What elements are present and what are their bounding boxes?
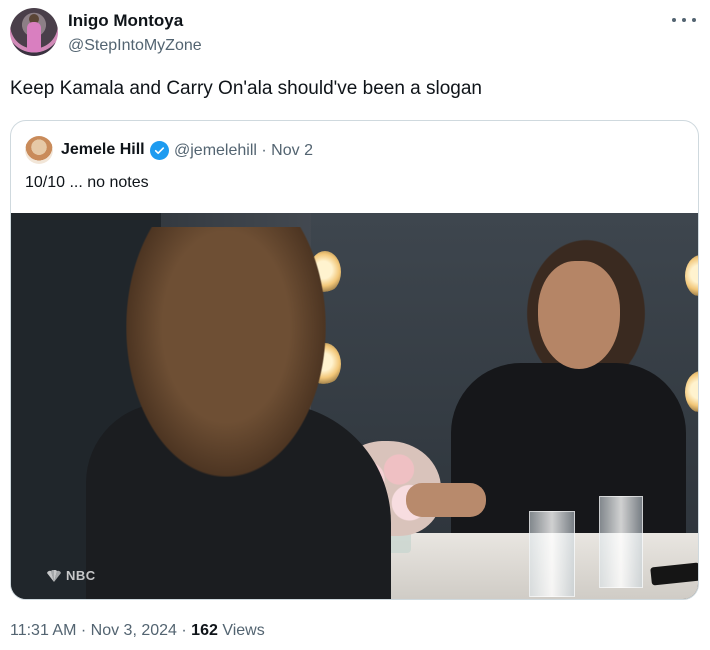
quoted-tweet[interactable]: Jemele Hill @jemelehill · Nov 2 10/10 ..… [10,120,699,600]
separator: · [261,142,267,159]
nbc-watermark: NBC [45,568,96,583]
separator: · [181,622,187,639]
tweet-time[interactable]: 11:31 AM [10,622,76,639]
views-label: Views [222,622,265,639]
tweet-date[interactable]: Nov 3, 2024 [91,622,177,639]
quoted-media-image[interactable]: NBC [11,213,698,599]
dot [692,18,696,22]
avatar[interactable] [10,8,58,56]
views-count: 162 [191,622,218,639]
tweet-header: Inigo Montoya @StepIntoMyZone [10,8,700,60]
quoted-author-meta: @jemelehill · Nov 2 [174,142,313,160]
handshake [406,483,486,517]
person-left-hair [126,227,326,477]
quoted-author-name: Jemele Hill [61,141,145,158]
quoted-tweet-text: 10/10 ... no notes [25,174,149,191]
quoted-avatar [25,136,53,164]
watermark-text: NBC [66,568,96,583]
quoted-tweet-header: Jemele Hill @jemelehill · Nov 2 [25,135,685,165]
quoted-date: Nov 2 [271,142,313,159]
author-handle[interactable]: @StepIntoMyZone [68,37,202,55]
quoted-author-handle: @jemelehill [174,142,257,159]
tweet-meta: 11:31 AM · Nov 3, 2024 · 162 Views [10,622,265,640]
author-name[interactable]: Inigo Montoya [68,11,183,31]
avatar-figure-body [27,22,41,52]
peacock-logo-icon [47,569,61,582]
tweet: Inigo Montoya @StepIntoMyZone Keep Kamal… [0,0,710,650]
dot [672,18,676,22]
more-options-icon[interactable] [672,10,696,30]
water-glass [529,511,575,597]
water-glass [599,496,643,588]
tweet-text: Keep Kamala and Carry On'ala should've b… [10,78,483,99]
verified-badge-icon [150,141,169,160]
dot [682,18,686,22]
separator: · [80,622,87,639]
person-right-face [538,261,620,369]
